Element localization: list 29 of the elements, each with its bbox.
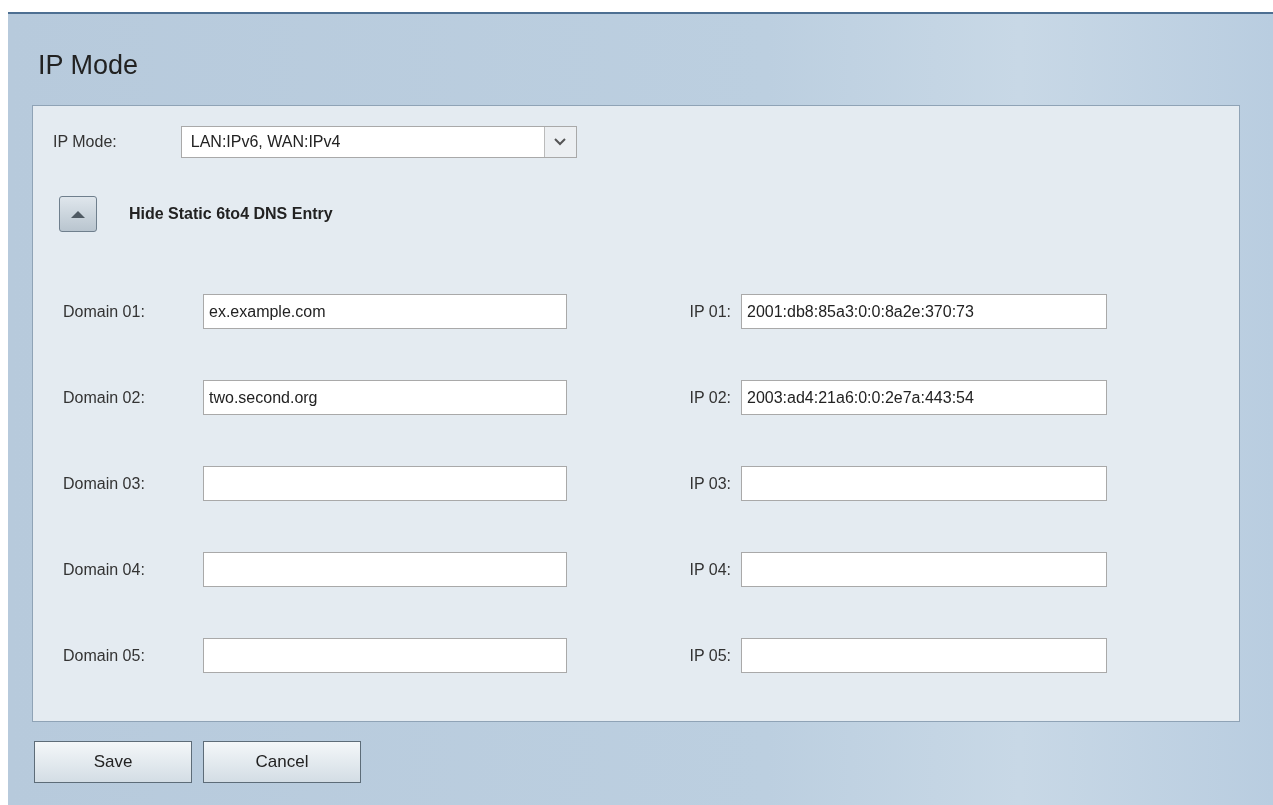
ip-mode-label: IP Mode: [53, 133, 117, 151]
ip-mode-select[interactable]: LAN:IPv6, WAN:IPv4 [180, 126, 577, 158]
domain-label: Domain 01: [63, 302, 146, 321]
domain-field[interactable]: ex.example.com [203, 294, 567, 329]
save-button[interactable]: Save [34, 741, 192, 783]
cancel-button[interactable]: Cancel [203, 741, 361, 783]
domain-label: Domain 03: [63, 474, 146, 493]
domain-field[interactable] [203, 638, 567, 673]
collapse-button[interactable] [59, 196, 97, 232]
domain-field[interactable]: two.second.org [203, 380, 567, 415]
ip-field[interactable] [741, 552, 1107, 587]
ip-label: IP 02: [689, 388, 731, 407]
toggle-label: Hide Static 6to4 DNS Entry [129, 205, 333, 223]
ip-field[interactable] [741, 466, 1107, 501]
ip-label: IP 05: [689, 646, 731, 665]
domain-field[interactable] [203, 466, 567, 501]
ip-label: IP 03: [689, 474, 731, 493]
ip-field[interactable] [741, 638, 1107, 673]
domain-label: Domain 02: [63, 388, 146, 407]
ip-field[interactable]: 2003:ad4:21a6:0:0:2e7a:443:54 [741, 380, 1107, 415]
domain-field[interactable] [203, 552, 567, 587]
chevron-down-icon [543, 127, 576, 157]
domain-label: Domain 04: [63, 560, 146, 579]
ip-field[interactable]: 2001:db8:85a3:0:0:8a2e:370:73 [741, 294, 1107, 329]
ip-label: IP 01: [689, 302, 731, 321]
domain-label: Domain 05: [63, 646, 146, 665]
ip-label: IP 04: [689, 560, 731, 579]
triangle-icon [71, 210, 85, 218]
page-title: IP Mode [38, 50, 140, 82]
